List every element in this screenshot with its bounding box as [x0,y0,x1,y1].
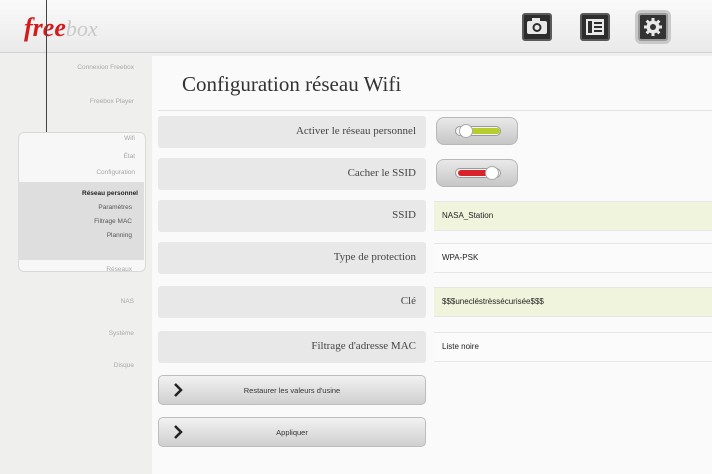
sidebar-item-filtrage-mac[interactable]: Filtrage MAC [94,218,132,225]
sidebar-item[interactable]: Configuration [96,169,135,176]
sidebar-item-parametres[interactable]: Paramètres [98,204,132,211]
logo-text-main: free [24,13,66,42]
sidebar-subgroup: Réseau personnel Paramètres Filtrage MAC… [18,182,144,273]
ssid-input[interactable]: NASA_Station [434,201,712,231]
label-filtrage-mac: Filtrage d'adresse MAC [158,331,426,363]
label-text: SSID [392,209,416,221]
label-cle: Clé [158,286,426,318]
label-text: Activer le réseau personnel [295,125,416,137]
sidebar-item[interactable]: NAS [121,298,134,305]
title-divider [158,110,712,111]
sidebar-item[interactable]: Disque [114,362,134,369]
sidebar-item[interactable]: État [123,153,135,160]
sidebar-item[interactable]: Freebox Player [90,98,134,105]
label-text: Filtrage d'adresse MAC [311,340,416,352]
apply-button[interactable]: Appliquer [158,417,426,447]
label-text: Cacher le SSID [347,167,416,179]
protection-type-select[interactable]: WPA-PSK [434,243,712,273]
toggle-activer-reseau[interactable] [436,117,518,145]
label-cacher-ssid: Cacher le SSID [158,158,426,190]
label-type-protection: Type de protection [158,242,426,274]
apply-button-label: Appliquer [276,428,308,437]
label-text: Type de protection [333,251,416,263]
page-title: Configuration réseau Wifi [182,72,402,96]
sidebar-item[interactable]: Connexion Freebox [77,64,134,71]
toggle-knob [459,124,473,138]
logo-text-sub: box [65,16,98,41]
sidebar-item[interactable]: Système [109,330,134,337]
key-input[interactable]: $$$unecléstrèssécurisée$$$ [434,287,712,317]
sidebar-item-reseau-personnel[interactable]: Réseau personnel [82,190,138,197]
label-text: Clé [400,295,416,307]
mac-filter-value: Liste noire [442,342,479,351]
toggle-cacher-ssid[interactable] [436,159,518,187]
freebox-logo[interactable]: freebox [24,14,98,42]
sidebar-item-planning[interactable]: Planning [107,232,132,239]
key-value: $$$unecléstrèssécurisée$$$ [442,297,544,306]
label-ssid: SSID [158,200,426,232]
protection-type-value: WPA-PSK [442,253,479,262]
top-bar: freebox [0,0,712,53]
restore-button-label: Restaurer les valeurs d'usine [243,386,341,395]
mac-filter-select[interactable]: Liste noire [434,332,712,362]
sidebar-group-header[interactable]: Wifi [124,135,135,142]
film-icon[interactable] [580,13,610,41]
restore-defaults-button[interactable]: Restaurer les valeurs d'usine [158,375,426,405]
camera-icon[interactable] [522,13,552,41]
ssid-value: NASA_Station [442,211,494,220]
label-activer-reseau: Activer le réseau personnel [158,116,426,148]
gear-icon[interactable] [638,13,668,41]
toggle-knob [485,166,499,180]
sidebar-item-reseaux[interactable]: Réseaux [106,266,132,273]
